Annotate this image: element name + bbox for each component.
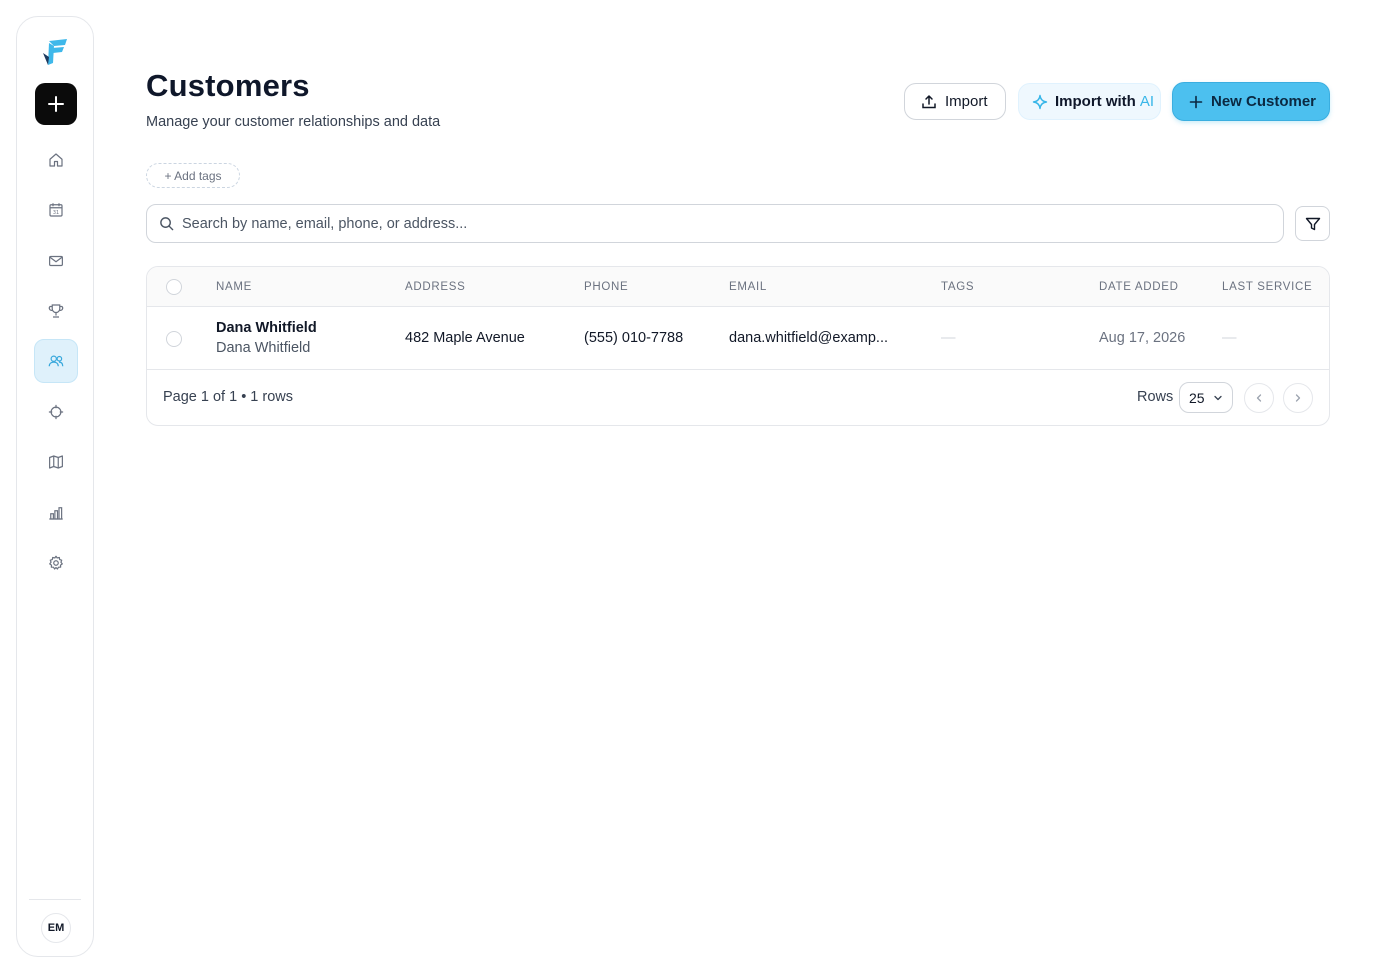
- crosshair-icon: [48, 404, 64, 420]
- sidebar-item-map[interactable]: [34, 440, 78, 484]
- import-button[interactable]: Import: [904, 83, 1006, 120]
- row-checkbox[interactable]: [166, 331, 182, 347]
- column-header-last-service[interactable]: LAST SERVICE: [1222, 281, 1312, 293]
- customer-address: 482 Maple Avenue: [405, 330, 525, 346]
- customer-email: dana.whitfield@examp...: [729, 330, 888, 346]
- column-header-email[interactable]: EMAIL: [729, 281, 767, 293]
- customer-phone: (555) 010-7788: [584, 330, 684, 346]
- search-icon: [160, 217, 174, 231]
- rows-per-page-value: 25: [1189, 389, 1205, 406]
- mail-icon: [49, 255, 63, 267]
- sidebar-item-home[interactable]: [34, 138, 78, 182]
- sidebar-item-mail[interactable]: [34, 239, 78, 283]
- import-with-ai-label: Import with: [1055, 93, 1136, 110]
- column-header-name[interactable]: NAME: [216, 281, 252, 293]
- search-bar: [146, 204, 1284, 243]
- page-subtitle: Manage your customer relationships and d…: [146, 114, 441, 130]
- column-header-date-added[interactable]: DATE ADDED: [1099, 281, 1179, 293]
- brand-logo-icon[interactable]: [40, 35, 72, 67]
- upload-icon: [922, 94, 936, 108]
- plus-icon: [48, 96, 64, 112]
- column-header-address[interactable]: ADDRESS: [405, 281, 466, 293]
- previous-page-button[interactable]: [1244, 383, 1274, 413]
- gear-icon: [49, 555, 63, 570]
- customers-table: NAME ADDRESS PHONE EMAIL TAGS DATE ADDED…: [146, 266, 1330, 426]
- customer-name[interactable]: Dana Whitfield: [216, 320, 317, 336]
- create-new-button[interactable]: [35, 83, 77, 125]
- pagination-summary: Page 1 of 1 • 1 rows: [163, 389, 294, 405]
- next-page-button[interactable]: [1283, 383, 1313, 413]
- sidebar-item-trophy[interactable]: [34, 289, 78, 333]
- sidebar-item-reports[interactable]: [34, 491, 78, 535]
- new-customer-label: New Customer: [1211, 93, 1317, 110]
- select-all-checkbox[interactable]: [166, 279, 182, 295]
- import-button-label: Import: [945, 93, 988, 110]
- add-tags-button[interactable]: + Add tags: [146, 163, 240, 188]
- rows-per-page-label: Rows: [1137, 389, 1174, 405]
- ai-accent-label: AI: [1139, 93, 1155, 110]
- filter-icon: [1305, 217, 1320, 230]
- sidebar: 31 EM: [16, 16, 94, 957]
- customer-name-secondary: Dana Whitfield: [216, 340, 311, 356]
- search-input[interactable]: [182, 215, 1262, 232]
- bar-chart-icon: [49, 507, 63, 520]
- trophy-icon: [48, 304, 64, 318]
- page-title: Customers: [146, 68, 310, 103]
- sparkle-icon: [1032, 94, 1048, 109]
- customer-last-service: —: [1222, 330, 1237, 346]
- customer-tags: —: [941, 330, 956, 346]
- sidebar-item-settings[interactable]: [34, 541, 78, 585]
- calendar-icon: 31: [49, 203, 63, 217]
- sidebar-divider: [29, 899, 81, 900]
- chevron-left-icon: [1256, 394, 1262, 402]
- column-header-tags[interactable]: TAGS: [941, 281, 974, 293]
- filter-button[interactable]: [1295, 206, 1330, 241]
- rows-per-page-select[interactable]: 25: [1179, 382, 1233, 413]
- chevron-right-icon: [1295, 394, 1301, 402]
- new-customer-button[interactable]: New Customer: [1172, 82, 1330, 121]
- customer-date-added: Aug 17, 2026: [1099, 330, 1186, 346]
- table-row[interactable]: Dana Whitfield Dana Whitfield 482 Maple …: [147, 308, 1329, 370]
- plus-icon: [1189, 95, 1203, 108]
- map-icon: [49, 455, 63, 469]
- home-icon: [49, 153, 63, 167]
- column-header-phone[interactable]: PHONE: [584, 281, 628, 293]
- sidebar-item-target[interactable]: [34, 390, 78, 434]
- user-avatar[interactable]: EM: [41, 913, 71, 943]
- svg-text:31: 31: [53, 210, 59, 216]
- table-header: NAME ADDRESS PHONE EMAIL TAGS DATE ADDED…: [147, 267, 1329, 307]
- sidebar-item-calendar[interactable]: 31: [34, 188, 78, 232]
- sidebar-item-customers[interactable]: [34, 339, 78, 383]
- import-with-ai-button[interactable]: Import with AI: [1018, 83, 1161, 120]
- users-icon: [48, 355, 64, 367]
- chevron-down-icon: [1213, 395, 1222, 400]
